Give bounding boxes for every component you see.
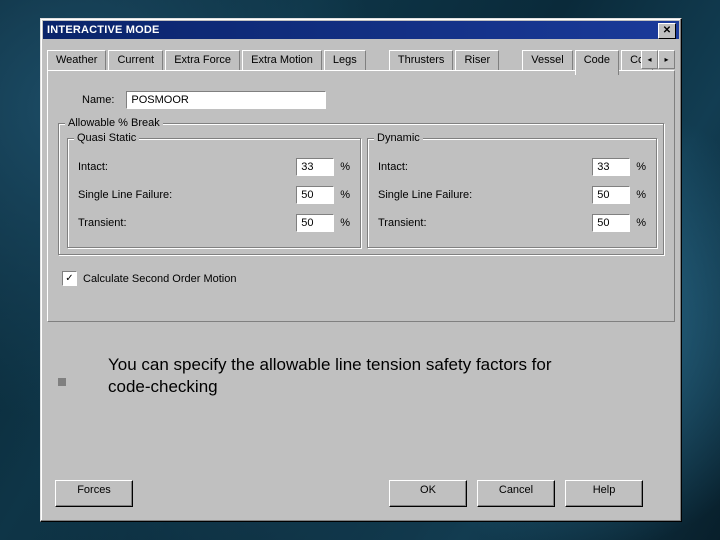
dy-intact-field[interactable] — [592, 158, 630, 176]
tab-page-code: Name: Allowable % Break Quasi Static Int… — [47, 70, 675, 322]
group-quasi-static: Quasi Static Intact: % Single Line Failu… — [67, 138, 361, 248]
group-allowable-break: Allowable % Break Quasi Static Intact: %… — [58, 123, 664, 255]
forces-button[interactable]: Forces — [55, 480, 133, 507]
pct-label: % — [636, 161, 646, 173]
tabstrip: Weather Current Extra Force Extra Motion… — [47, 49, 675, 71]
second-order-label: Calculate Second Order Motion — [83, 273, 236, 285]
dy-single-field[interactable] — [592, 186, 630, 204]
pct-label: % — [340, 189, 350, 201]
cancel-button[interactable]: Cancel — [477, 480, 555, 507]
dialog-window: INTERACTIVE MODE ✕ Weather Current Extra… — [40, 18, 682, 522]
dy-intact-label: Intact: — [378, 161, 592, 173]
tab-scroll-right-icon[interactable]: ▸ — [658, 50, 675, 69]
group-dynamic-legend: Dynamic — [374, 132, 423, 144]
titlebar[interactable]: INTERACTIVE MODE ✕ — [43, 21, 679, 39]
close-icon[interactable]: ✕ — [658, 23, 676, 39]
ok-button[interactable]: OK — [389, 480, 467, 507]
tab-scroll: ◂ ▸ — [641, 50, 675, 69]
dy-single-label: Single Line Failure: — [378, 189, 592, 201]
qs-intact-field[interactable] — [296, 158, 334, 176]
tab-scroll-left-icon[interactable]: ◂ — [641, 50, 658, 69]
pct-label: % — [340, 217, 350, 229]
dy-transient-label: Transient: — [378, 217, 592, 229]
tab-code[interactable]: Code — [575, 50, 619, 75]
qs-single-label: Single Line Failure: — [78, 189, 296, 201]
name-row: Name: — [82, 91, 326, 109]
qs-intact-label: Intact: — [78, 161, 296, 173]
qs-single-field[interactable] — [296, 186, 334, 204]
second-order-row[interactable]: ✓ Calculate Second Order Motion — [62, 271, 236, 286]
slide-bullet-icon — [58, 378, 66, 386]
qs-transient-field[interactable] — [296, 214, 334, 232]
second-order-checkbox[interactable]: ✓ — [62, 271, 77, 286]
pct-label: % — [636, 217, 646, 229]
qs-transient-label: Transient: — [78, 217, 296, 229]
window-title: INTERACTIVE MODE — [47, 24, 160, 36]
name-field[interactable] — [126, 91, 326, 109]
group-dynamic: Dynamic Intact: % Single Line Failure: %… — [367, 138, 657, 248]
name-label: Name: — [82, 94, 114, 106]
dy-transient-field[interactable] — [592, 214, 630, 232]
help-button[interactable]: Help — [565, 480, 643, 507]
group-allowable-break-legend: Allowable % Break — [65, 117, 163, 129]
window-client: Weather Current Extra Force Extra Motion… — [47, 43, 675, 515]
group-quasi-static-legend: Quasi Static — [74, 132, 139, 144]
pct-label: % — [340, 161, 350, 173]
pct-label: % — [636, 189, 646, 201]
slide-caption: You can specify the allowable line tensi… — [108, 354, 578, 398]
